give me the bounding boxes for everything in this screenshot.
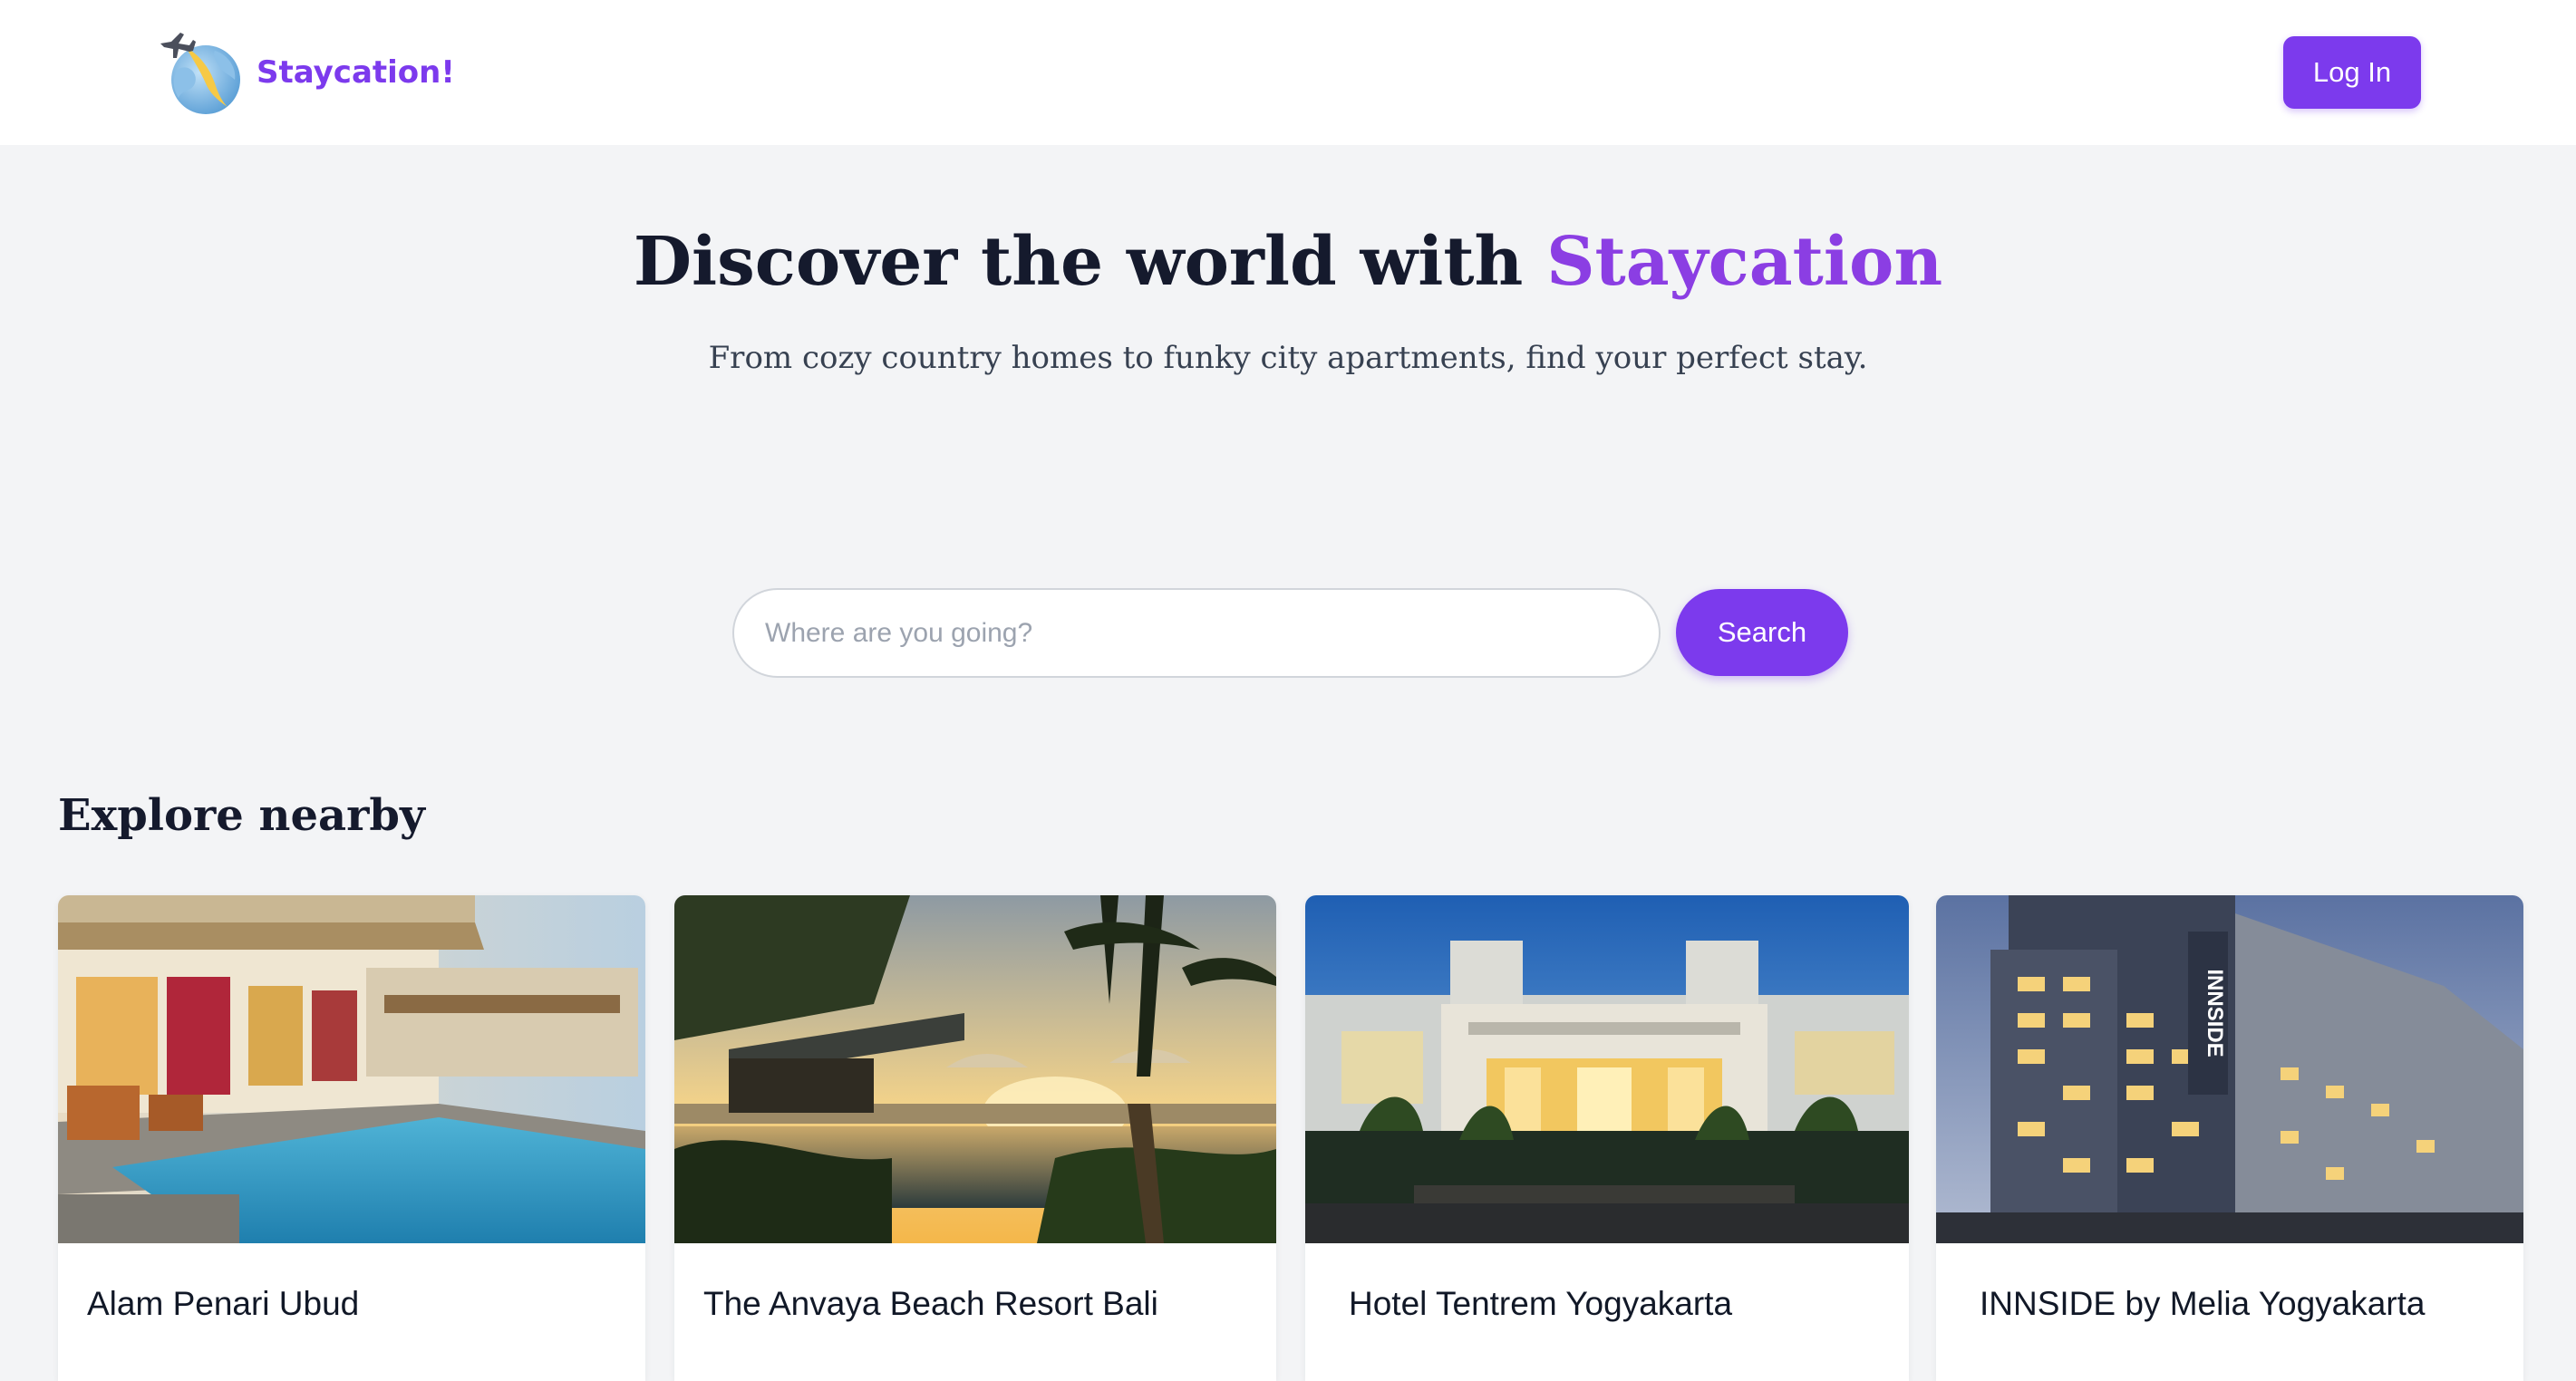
beach-sunset-pool-photo: [674, 895, 1276, 1243]
hero-title-prefix: Discover the world with: [633, 223, 1524, 301]
hotel-card[interactable]: Hotel Tentrem Yogyakarta: [1305, 895, 1909, 1381]
hotel-facade-dusk-photo: [1305, 895, 1909, 1243]
login-button[interactable]: Log In: [2283, 36, 2421, 109]
brand-name: Staycation!: [257, 54, 455, 91]
navbar: Staycation! Log In: [0, 0, 2576, 145]
destination-search-input[interactable]: [732, 588, 1661, 678]
hero-title-accent: Staycation: [1546, 223, 1943, 301]
globe-plane-logo: [160, 33, 240, 114]
brand-link[interactable]: Staycation!: [159, 27, 455, 118]
hotel-sign-text: INNSIDE: [2203, 969, 2227, 1057]
hero-subtitle: From cozy country homes to funky city ap…: [708, 340, 1868, 376]
explore-nearby-heading: Explore nearby: [58, 790, 425, 841]
search-button[interactable]: Search: [1676, 589, 1848, 676]
hotel-card[interactable]: Alam Penari Ubud: [58, 895, 645, 1381]
hotel-card[interactable]: The Anvaya Beach Resort Bali: [674, 895, 1276, 1381]
hotel-card-name: INNSIDE by Melia Yogyakarta: [1980, 1285, 2426, 1322]
hotel-card-name: Alam Penari Ubud: [87, 1285, 360, 1322]
resort-pool-photo: [58, 895, 645, 1243]
hotel-tower-evening-photo: INNSIDE: [1936, 895, 2523, 1243]
hotel-card[interactable]: INNSIDE INNSIDE by Melia Yogyakarta: [1936, 895, 2523, 1381]
hotel-card-name: The Anvaya Beach Resort Bali: [703, 1285, 1158, 1322]
hotel-card-name: Hotel Tentrem Yogyakarta: [1349, 1285, 1733, 1322]
hero-title: Discover the world with Staycation: [0, 222, 2576, 303]
